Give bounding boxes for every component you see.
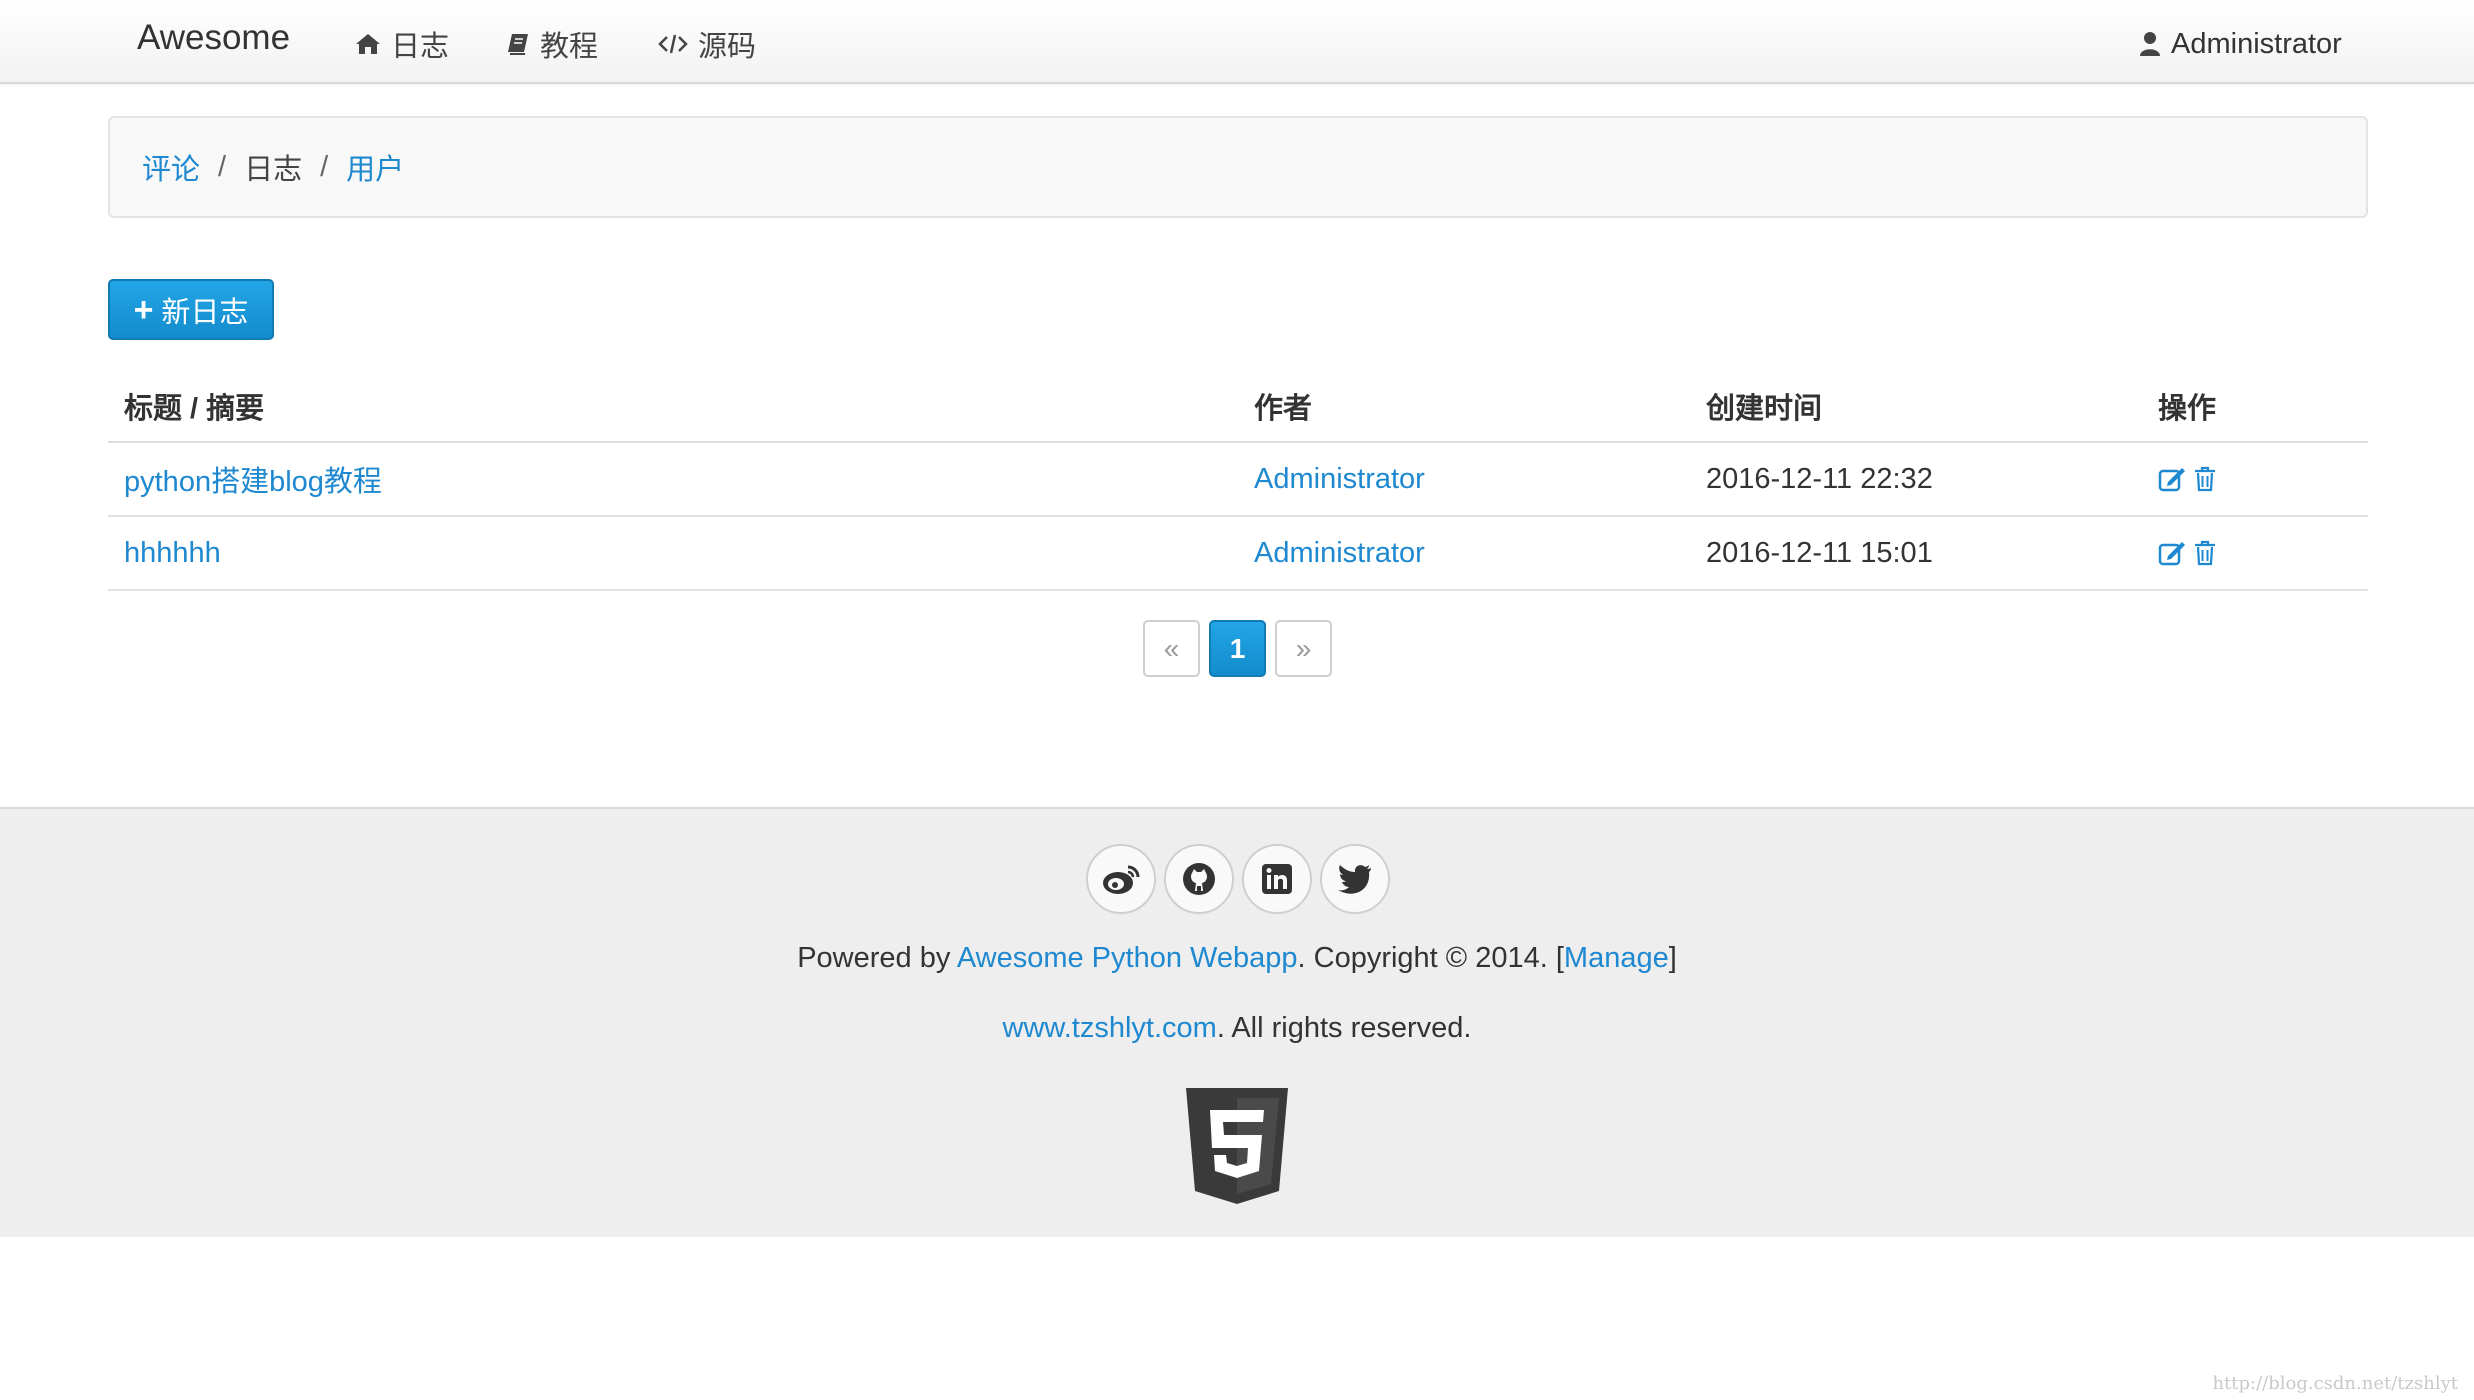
header-actions: 操作 [2158, 392, 2217, 425]
breadcrumb-comments[interactable]: 评论 [142, 146, 200, 188]
watermark: http://blog.csdn.net/tzshlyt [2212, 1373, 2458, 1394]
rights-text: . All rights reserved. [1216, 1012, 1472, 1044]
blog-created: 2016-12-11 22:32 [1706, 462, 1933, 495]
header-author: 作者 [1254, 392, 1313, 425]
copyright-end: ] [1668, 942, 1677, 974]
header-title: 标题 / 摘要 [124, 392, 265, 425]
brand-link[interactable]: Awesome [137, 18, 290, 58]
breadcrumb-separator: / [320, 150, 329, 183]
nav-item-blog[interactable]: 日志 [355, 26, 450, 63]
table-header: 标题 / 摘要 作者 创建时间 操作 [108, 370, 2368, 443]
nav-item-tutorial[interactable]: 教程 [506, 26, 599, 63]
pagination-page-1[interactable]: 1 [1209, 620, 1266, 677]
plus-icon: + [133, 290, 154, 329]
nav-item-label: 日志 [391, 31, 450, 63]
nav-user-label: Administrator [2171, 27, 2342, 60]
nav-user-menu[interactable]: Administrator [2139, 26, 2342, 62]
blog-title-link[interactable]: hhhhhh [124, 517, 221, 589]
header-created: 创建时间 [1706, 392, 1823, 425]
breadcrumb-separator: / [218, 150, 227, 183]
twitter-icon[interactable] [1320, 844, 1390, 914]
nav-item-label: 教程 [540, 31, 599, 63]
linkedin-icon[interactable] [1242, 844, 1312, 914]
blogs-table: 标题 / 摘要 作者 创建时间 操作 python搭建blog教程 Admini… [108, 370, 2368, 591]
row-actions [2158, 443, 2224, 515]
home-icon [356, 34, 380, 54]
nav-item-label: 源码 [698, 31, 757, 63]
html5-logo-icon [1186, 1088, 1288, 1204]
new-blog-button[interactable]: + 新日志 [108, 279, 274, 340]
weibo-icon[interactable] [1086, 844, 1156, 914]
manage-link[interactable]: Manage [1564, 942, 1669, 974]
blog-author-link[interactable]: Administrator [1254, 517, 1425, 589]
trash-icon[interactable] [2194, 466, 2216, 492]
trash-icon[interactable] [2194, 540, 2216, 566]
user-icon [2140, 32, 2160, 56]
table-row: python搭建blog教程 Administrator 2016-12-11 … [108, 443, 2368, 517]
powered-prefix: Powered by [797, 942, 957, 974]
edit-icon[interactable] [2158, 540, 2186, 566]
row-actions [2158, 517, 2224, 589]
awesome-webapp-link[interactable]: Awesome Python Webapp [957, 942, 1298, 974]
blog-title-link[interactable]: python搭建blog教程 [124, 443, 382, 515]
new-blog-label: 新日志 [161, 296, 249, 329]
nav-item-source[interactable]: 源码 [658, 26, 757, 63]
blog-author-link[interactable]: Administrator [1254, 443, 1425, 515]
site-link[interactable]: www.tzshlyt.com [1003, 1012, 1217, 1044]
blog-created: 2016-12-11 15:01 [1706, 536, 1933, 569]
breadcrumb-users[interactable]: 用户 [346, 146, 404, 188]
footer-site-line: www.tzshlyt.com. All rights reserved. [0, 1012, 2474, 1045]
table-row: hhhhhh Administrator 2016-12-11 15:01 [108, 517, 2368, 591]
pagination-next[interactable]: » [1275, 620, 1332, 677]
code-icon [658, 34, 688, 54]
github-icon[interactable] [1164, 844, 1234, 914]
breadcrumb-blogs: 日志 [244, 154, 303, 186]
book-icon [508, 34, 528, 55]
footer: Powered by Awesome Python Webapp. Copyri… [0, 807, 2474, 1237]
pagination-prev[interactable]: « [1143, 620, 1200, 677]
top-navbar: Awesome 日志 教程 源码 Administrator [0, 0, 2474, 84]
breadcrumb: 评论 / 日志 / 用户 [108, 116, 2368, 218]
copyright-text: . Copyright © 2014. [ [1297, 942, 1564, 974]
footer-powered-line: Powered by Awesome Python Webapp. Copyri… [0, 942, 2474, 975]
edit-icon[interactable] [2158, 466, 2186, 492]
